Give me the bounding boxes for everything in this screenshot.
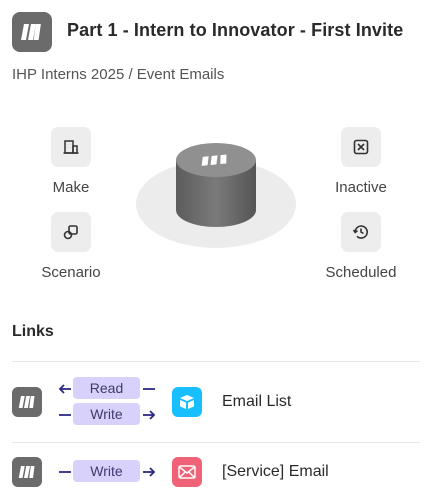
link-service-name[interactable]: [Service] Email [222, 463, 329, 481]
write-mode-pill: Write [73, 460, 140, 482]
read-mode-pill: Read [73, 377, 140, 399]
make-logo-icon [12, 12, 52, 52]
clock-history-icon [341, 212, 381, 252]
write-mode-pill: Write [73, 403, 140, 425]
arrow-left-icon [58, 384, 71, 394]
make-label: Make [52, 179, 90, 196]
links-title: Links [12, 323, 54, 340]
breadcrumb[interactable]: IHP Interns 2025 / Event Emails [12, 66, 224, 83]
arrow-right-icon [143, 467, 156, 477]
airtable-icon [172, 387, 202, 417]
inactive-x-icon [341, 127, 381, 167]
make-cylinder-icon [176, 143, 256, 227]
scenario-title: Part 1 - Intern to Innovator - First Inv… [67, 20, 404, 40]
make-logo-icon [12, 387, 42, 417]
dash-icon [59, 471, 71, 473]
scenario-label: Scenario [41, 264, 101, 281]
scenario-icon [51, 212, 91, 252]
link-service-name[interactable]: Email List [222, 393, 291, 411]
divider [12, 361, 420, 362]
make-logo-icon [12, 457, 42, 487]
email-icon [172, 457, 202, 487]
inactive-label: Inactive [335, 179, 387, 196]
arrow-right-icon [143, 410, 156, 420]
building-icon [51, 127, 91, 167]
dash-icon [59, 414, 71, 416]
divider [12, 442, 420, 443]
dash-icon [143, 388, 155, 390]
scheduled-label: Scheduled [325, 264, 397, 281]
